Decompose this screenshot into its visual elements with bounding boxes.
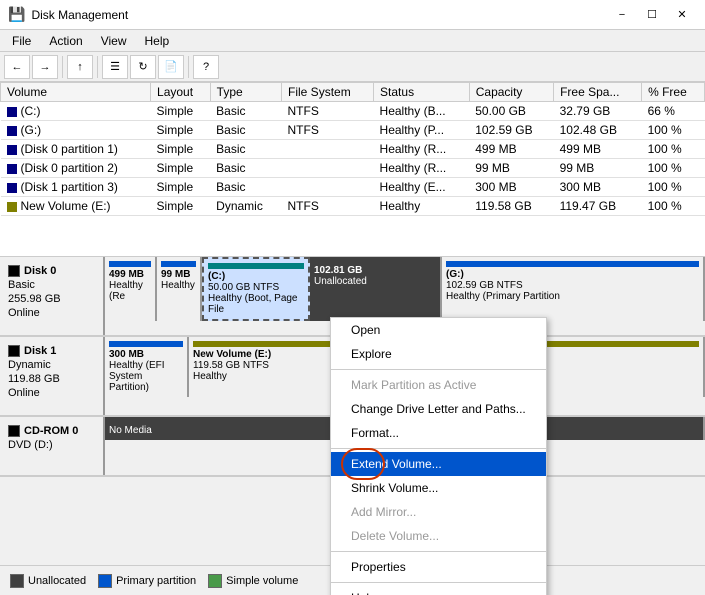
context-menu: OpenExplore Mark Partition as ActiveChang… [330, 317, 547, 595]
view-button[interactable]: ☰ [102, 55, 128, 79]
refresh-button[interactable]: ↻ [130, 55, 156, 79]
context-menu-item-change-drive[interactable]: Change Drive Letter and Paths... [331, 397, 546, 421]
disk0-p1[interactable]: 499 MB Healthy (Re [105, 257, 157, 321]
disk-label-cdrom: CD-ROM 0 DVD (D:) [0, 417, 105, 475]
up-button[interactable]: ↑ [67, 55, 93, 79]
map-button[interactable]: 📄 [158, 55, 184, 79]
app-icon: 💾 [8, 6, 25, 23]
disk1-title: Disk 1 [24, 345, 56, 357]
context-menu-item-shrink[interactable]: Shrink Volume... [331, 476, 546, 500]
table-row[interactable]: (G:) Simple Basic NTFS Healthy (P... 102… [1, 121, 705, 140]
legend-box-green [208, 574, 222, 588]
disk0-title: Disk 0 [24, 265, 56, 277]
col-pctfree[interactable]: % Free [642, 83, 705, 102]
legend-primary: Primary partition [98, 574, 196, 588]
forward-button[interactable]: → [32, 55, 58, 79]
menu-file[interactable]: File [4, 32, 39, 50]
legend-box-blue [98, 574, 112, 588]
context-menu-item-mark-active: Mark Partition as Active [331, 373, 546, 397]
menu-view[interactable]: View [93, 32, 135, 50]
context-menu-item-delete: Delete Volume... [331, 524, 546, 548]
context-menu-item-extend[interactable]: Extend Volume... [331, 452, 546, 476]
disk1-p1[interactable]: 300 MB Healthy (EFI System Partition) [105, 337, 189, 397]
cdrom-title: CD-ROM 0 [24, 425, 78, 437]
maximize-button[interactable]: ☐ [637, 5, 667, 25]
context-menu-separator [331, 448, 546, 449]
disk0-p4[interactable]: 102.81 GB Unallocated [310, 257, 442, 321]
disk-label-0: Disk 0 Basic 255.98 GB Online [0, 257, 105, 335]
table-row[interactable]: New Volume (E:) Simple Dynamic NTFS Heal… [1, 197, 705, 216]
legend-unallocated: Unallocated [10, 574, 86, 588]
disk0-partitions: 499 MB Healthy (Re 99 MB Healthy (C:) 50… [105, 257, 705, 321]
menu-bar: File Action View Help [0, 30, 705, 52]
minimize-button[interactable]: − [607, 5, 637, 25]
cdrom-type: DVD (D:) [8, 439, 95, 451]
col-filesystem[interactable]: File System [282, 83, 374, 102]
col-layout[interactable]: Layout [151, 83, 211, 102]
context-menu-item-help[interactable]: Help [331, 586, 546, 595]
back-button[interactable]: ← [4, 55, 30, 79]
disk0-state: Online [8, 307, 95, 319]
table-row[interactable]: (C:) Simple Basic NTFS Healthy (B... 50.… [1, 102, 705, 121]
disk1-type: Dynamic [8, 359, 95, 371]
menu-help[interactable]: Help [137, 32, 178, 50]
context-menu-item-explore[interactable]: Explore [331, 342, 546, 366]
disk0-size: 255.98 GB [8, 293, 95, 305]
context-menu-separator [331, 582, 546, 583]
help-button[interactable]: ? [193, 55, 219, 79]
legend-label-unallocated: Unallocated [28, 575, 86, 587]
disk0-icon [8, 265, 20, 277]
col-type[interactable]: Type [210, 83, 281, 102]
disk-view-area: Disk 0 Basic 255.98 GB Online 499 MB Hea… [0, 257, 705, 595]
title-text: Disk Management [31, 8, 128, 22]
disk0-p5[interactable]: (G:) 102.59 GB NTFS Healthy (Primary Par… [442, 257, 705, 321]
legend-simple: Simple volume [208, 574, 298, 588]
menu-action[interactable]: Action [41, 32, 90, 50]
legend-label-simple: Simple volume [226, 575, 298, 587]
volume-table: Volume Layout Type File System Status Ca… [0, 82, 705, 257]
disk0-p2[interactable]: 99 MB Healthy [157, 257, 202, 321]
table-row[interactable]: (Disk 0 partition 1) Simple Basic Health… [1, 140, 705, 159]
disk0-type: Basic [8, 279, 95, 291]
context-menu-separator [331, 369, 546, 370]
context-menu-separator [331, 551, 546, 552]
title-bar: 💾 Disk Management − ☐ ✕ [0, 0, 705, 30]
close-button[interactable]: ✕ [667, 5, 697, 25]
context-menu-item-properties[interactable]: Properties [331, 555, 546, 579]
disk1-icon [8, 345, 20, 357]
cdrom-icon [8, 425, 20, 437]
context-menu-item-add-mirror: Add Mirror... [331, 500, 546, 524]
col-capacity[interactable]: Capacity [469, 83, 553, 102]
legend-box-black [10, 574, 24, 588]
col-freespace[interactable]: Free Spa... [554, 83, 642, 102]
table-row[interactable]: (Disk 1 partition 3) Simple Basic Health… [1, 178, 705, 197]
disk-label-1: Disk 1 Dynamic 119.88 GB Online [0, 337, 105, 415]
disk1-state: Online [8, 387, 95, 399]
context-menu-item-format[interactable]: Format... [331, 421, 546, 445]
disk0-p3[interactable]: (C:) 50.00 GB NTFS Healthy (Boot, Page F… [202, 257, 310, 321]
disk1-size: 119.88 GB [8, 373, 95, 385]
table-row[interactable]: (Disk 0 partition 2) Simple Basic Health… [1, 159, 705, 178]
legend-label-primary: Primary partition [116, 575, 196, 587]
toolbar: ← → ↑ ☰ ↻ 📄 ? [0, 52, 705, 82]
col-status[interactable]: Status [374, 83, 470, 102]
context-menu-item-open[interactable]: Open [331, 318, 546, 342]
col-volume[interactable]: Volume [1, 83, 151, 102]
